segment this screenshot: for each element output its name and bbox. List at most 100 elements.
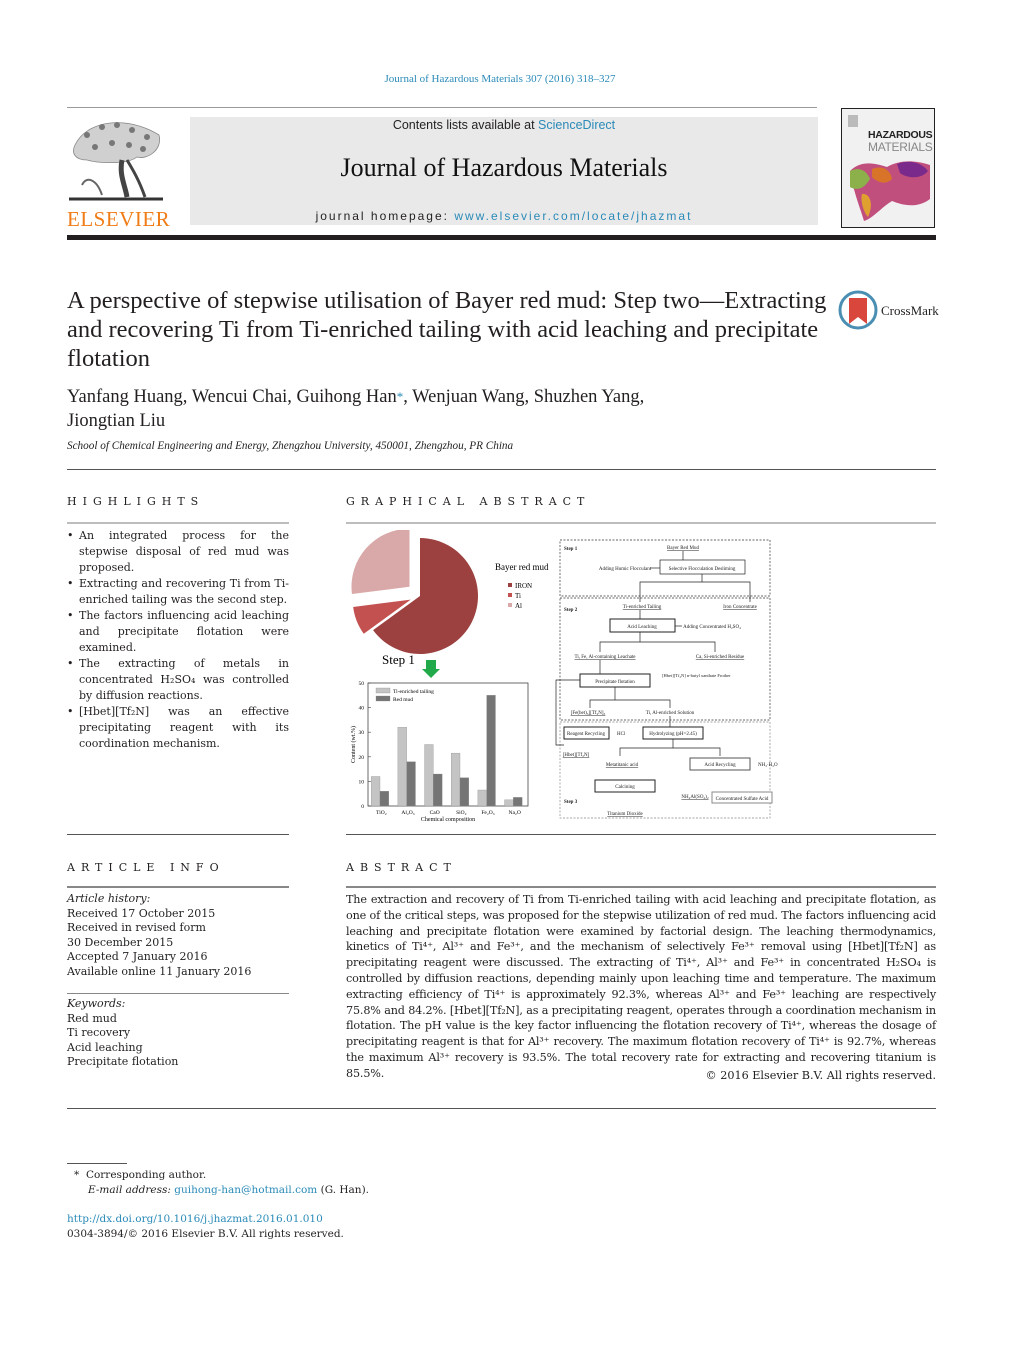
node-calcining: Calcining [615, 785, 635, 790]
homepage-link[interactable]: www.elsevier.com/locate/jhazmat [454, 209, 692, 223]
journal-reference-link[interactable]: Journal of Hazardous Materials 307 (2016… [385, 73, 616, 85]
x-tick-label: TiO₂ [376, 810, 387, 816]
crossmark-icon [838, 290, 878, 330]
contents-available: Contents lists available at ScienceDirec… [392, 118, 616, 132]
node-precipitate-flotation: Precipitate flotation [595, 680, 635, 685]
bar-red-mud [513, 797, 523, 807]
abstract-heading: ABSTRACT [346, 861, 457, 874]
bar-tailing [371, 776, 381, 807]
keyword-item: Acid leaching [67, 1040, 143, 1054]
node-nh4al-so4: NH₄Al(SO₄)₂ [681, 795, 708, 800]
flow-step1-label: Step 1 [564, 547, 578, 552]
footnote-rule [67, 1163, 127, 1164]
step1-label: Step 1 [382, 652, 415, 667]
bar-legend-label: Red mud [393, 697, 413, 703]
graphical-abstract-figure[interactable]: Bayer red mud IRON Ti Al Step 1 0 10 20 30 40 5… [340, 528, 780, 825]
y-tick-label: 20 [359, 755, 365, 761]
highlights-rule [67, 522, 289, 524]
flow-step2-label: Step 2 [564, 608, 578, 613]
graphical-abstract-rule [346, 522, 936, 524]
top-divider [67, 107, 817, 108]
pie-legend-swatch [508, 593, 512, 597]
pie-legend-swatch [508, 603, 512, 607]
bar-plot-area [367, 682, 529, 807]
history-revised: Received in revised form [67, 921, 206, 934]
x-tick-label: SiO₂ [456, 810, 467, 816]
highlight-item: An integrated process for the stepwise d… [67, 528, 289, 576]
highlights-list: An integrated process for the stepwise d… [67, 528, 289, 752]
x-tick-label: Al₂O₃ [401, 810, 414, 816]
section-divider [67, 469, 936, 470]
pie-legend-swatch [508, 583, 512, 587]
highlights-heading: HIGHLIGHTS [67, 495, 205, 508]
node-bayer-red-mud: Bayer Red Mud [667, 546, 699, 551]
footer-divider [67, 1108, 936, 1109]
keywords: Keywords: Red mud Ti recovery Acid leach… [67, 997, 289, 1070]
doi-block: http://dx.doi.org/10.1016/j.jhazmat.2016… [67, 1212, 344, 1242]
pie-legend-label: Ti [515, 592, 521, 600]
journal-banner: Contents lists available at ScienceDirec… [190, 117, 818, 225]
abstract-rule [346, 886, 936, 888]
journal-reference[interactable]: Journal of Hazardous Materials 307 (2016… [0, 73, 1000, 85]
flow-step3-label: Step 3 [564, 800, 578, 805]
bar-tailing [451, 752, 461, 807]
bar-tailing [504, 799, 514, 807]
graphical-abstract-svg: Bayer red mud IRON Ti Al Step 1 0 10 20 30 40 5… [350, 528, 778, 823]
affiliation: School of Chemical Engineering and Energ… [67, 440, 514, 452]
y-tick-label: 50 [359, 681, 365, 687]
x-axis-label: Chemical composition [421, 817, 475, 823]
x-tick-label: Na₂O [509, 810, 521, 816]
bar-chart: 0 10 20 30 40 50 TiO₂ Al₂O₃ CaO SiO₂ Fe₂O₃ Na₂O Chem… [350, 681, 529, 823]
y-tick-label: 10 [359, 779, 365, 785]
email-link[interactable]: guihong-han@hotmail.com [174, 1184, 317, 1196]
bar-tailing [424, 744, 434, 807]
process-flowchart: Step 1 Step 2 Step 3 Bayer Red Mud Addin… [555, 539, 778, 819]
pie-legend-label: Al [515, 602, 522, 610]
node-ti-enriched-tailing: Ti-enriched Tailing [623, 605, 662, 610]
doi-link[interactable]: http://dx.doi.org/10.1016/j.jhazmat.2016… [67, 1213, 323, 1225]
y-axis-label: Content (wt.%) [350, 726, 357, 763]
highlight-item: The factors influencing acid leaching an… [67, 608, 289, 656]
abstract-copyright: © 2016 Elsevier B.V. All rights reserved… [705, 1069, 936, 1082]
elsevier-logo: ELSEVIER [67, 115, 170, 231]
crossmark-label: CrossMark [881, 303, 939, 318]
node-hydrolyzing: Hydrolyzing (pH=2.45) [649, 732, 697, 737]
history-online: Available online 11 January 2016 [67, 964, 252, 978]
pie-title: Bayer red mud [495, 562, 549, 572]
bar-legend-swatch [375, 695, 391, 702]
node-metatitanic-acid: Metatitanic acid [606, 763, 639, 768]
node-reagent-recycling: Reagent Recycling [567, 732, 605, 737]
node-adding-flocculant: Adding Humic Flocculant [599, 567, 652, 572]
y-tick-label: 40 [359, 706, 365, 712]
history-received: Received 17 October 2015 [67, 906, 216, 920]
node-fe-complex: [Fe(bet)₃][Tf₂N]₃ [571, 711, 606, 716]
journal-cover-image[interactable]: HAZARDOUS MATERIALS [841, 108, 935, 228]
sciencedirect-link[interactable]: ScienceDirect [538, 118, 615, 132]
crossmark-button[interactable]: CrossMark [838, 290, 948, 332]
graphical-abstract-bottom-rule [346, 834, 936, 835]
keyword-item: Precipitate flotation [67, 1055, 179, 1068]
node-ti-al-solution: Ti, Al-enriched Solution [646, 711, 695, 716]
cover-map-icon [848, 115, 930, 221]
pie-legend: IRON Ti Al [508, 582, 532, 610]
node-concentrated-acid: Concentrated Sulfate Acid [716, 797, 769, 802]
bar-red-mud [486, 695, 496, 807]
node-reagents: [Hbet][Tf₂N] n-butyl xanthate Frother [662, 673, 731, 678]
down-arrow-icon [422, 660, 440, 678]
pie-legend-label: IRON [515, 582, 532, 590]
cover-title-line2: MATERIALS [868, 140, 933, 154]
node-acid-leaching: Acid Leaching [627, 625, 657, 630]
bar-tailing [477, 789, 487, 807]
article-info-heading: ARTICLE INFO [67, 861, 225, 874]
bar-red-mud [433, 773, 443, 807]
node-acid-recycling: Acid Recycling [704, 763, 736, 768]
header-thick-divider [67, 235, 936, 240]
elsevier-tree-icon [67, 115, 165, 203]
article-title: A perspective of stepwise utilisation of… [67, 287, 827, 372]
history-accepted: Accepted 7 January 2016 [67, 950, 208, 963]
y-tick-label: 0 [361, 804, 364, 810]
keywords-label: Keywords: [67, 997, 126, 1010]
node-hbet-tf2n: [Hbet][Tf₂N] [563, 753, 590, 758]
node-adding-h2so4: Adding Concentrated H₂SO₄ [683, 625, 741, 630]
article-info-rule [67, 886, 289, 888]
